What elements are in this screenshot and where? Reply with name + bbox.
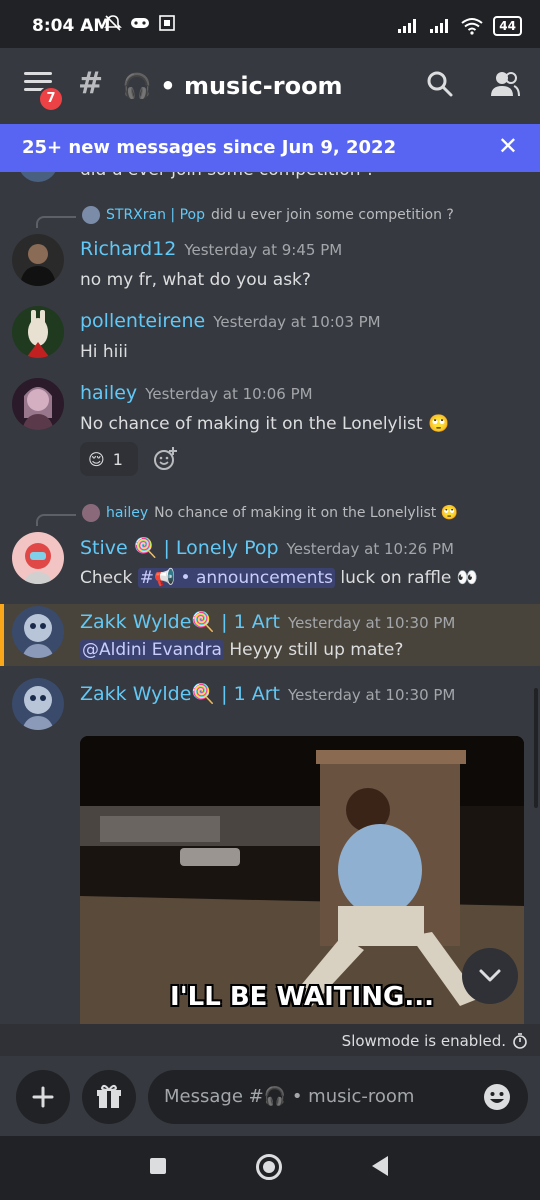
message-author[interactable]: Zakk Wylde🍭 | 1 Art Yesterday at 10:30 PM (80, 610, 455, 633)
message-author[interactable]: Stive 🍭 | Lonely Pop Yesterday at 10:26 P… (80, 536, 454, 559)
message-author[interactable]: pollenteirene Yesterday at 10:03 PM (80, 310, 381, 332)
message-timestamp: Yesterday at 10:30 PM (287, 686, 456, 704)
game-icon (131, 18, 149, 28)
timer-icon (513, 1033, 527, 1049)
slowmode-text: Slowmode is enabled. (341, 1032, 506, 1050)
scrollbar[interactable] (534, 688, 538, 808)
slowmode-bar: Slowmode is enabled. (0, 1024, 540, 1056)
signal-icon (430, 19, 449, 33)
user-mention[interactable]: @Aldini Evandra (80, 640, 224, 660)
members-icon[interactable] (490, 70, 520, 98)
status-left-icons (104, 14, 176, 32)
back-icon[interactable] (372, 1156, 388, 1176)
battery-icon: 44 (493, 16, 522, 36)
reply-author: STRXran | Pop (106, 207, 205, 223)
notification-badge: 7 (38, 86, 64, 112)
add-attachment-button[interactable] (16, 1070, 70, 1124)
message-timestamp: Yesterday at 9:45 PM (184, 241, 343, 259)
reply-text: did u ever join some competition ? (210, 207, 454, 223)
message-author[interactable]: Zakk Wylde🍭 | 1 Art Yesterday at 10:30 PM (80, 682, 455, 705)
avatar[interactable] (12, 378, 64, 430)
message-composer: Message #🎧 • music-room (0, 1056, 540, 1136)
recents-icon[interactable] (150, 1158, 166, 1174)
message-placeholder: Message #🎧 • music-room (164, 1086, 415, 1107)
channel-mention[interactable]: #📢 • announcements (137, 568, 335, 588)
reply-avatar (82, 504, 100, 522)
channel-header: 7 # 🎧 • music-room (0, 48, 540, 124)
reaction-emoji: 😌 (88, 449, 105, 469)
reply-text: No chance of making it on the Lonelylist… (154, 505, 459, 521)
jump-to-bottom-button[interactable] (462, 948, 518, 1004)
channel-hash-icon: # (78, 66, 103, 101)
system-nav-bar (0, 1136, 540, 1200)
chevron-down-icon (479, 969, 501, 982)
avatar[interactable] (12, 678, 64, 730)
search-icon[interactable] (426, 70, 454, 98)
avatar[interactable] (18, 172, 58, 182)
avatar[interactable] (12, 306, 64, 358)
home-icon[interactable] (256, 1154, 282, 1180)
status-right-icons: 44 (397, 16, 522, 36)
message-author[interactable]: hailey Yesterday at 10:06 PM (80, 382, 313, 404)
message-list[interactable]: did u ever join some competition ? STRXr… (0, 172, 540, 1024)
message-input[interactable]: Message #🎧 • music-room (148, 1070, 528, 1124)
gift-icon (97, 1084, 121, 1108)
message-content: @Aldini Evandra Heyyy still up mate? (80, 640, 404, 660)
avatar[interactable] (12, 532, 64, 584)
message-timestamp: Yesterday at 10:26 PM (286, 540, 454, 558)
message-content: Hi hiii (80, 342, 128, 362)
channel-title: 🎧 • music-room (122, 72, 343, 100)
reaction-count: 1 (112, 449, 123, 469)
gif-image (80, 736, 524, 1024)
new-messages-banner[interactable]: 25+ new messages since Jun 9, 2022 ✕ (0, 124, 540, 172)
wifi-icon (461, 18, 483, 35)
reply-preview[interactable]: STRXran | Pop did u ever join some compe… (82, 206, 454, 224)
plus-icon (32, 1086, 54, 1108)
channel-emoji: 🎧 (122, 72, 152, 100)
message-content: did u ever join some competition ? (80, 172, 375, 180)
status-time: 8:04 AM (32, 16, 111, 36)
gift-button[interactable] (82, 1070, 136, 1124)
channel-prefix: # (78, 66, 104, 101)
mute-icon (104, 15, 122, 31)
emoji-icon[interactable] (482, 1082, 512, 1112)
close-icon[interactable]: ✕ (498, 132, 518, 160)
channel-name: • music-room (160, 72, 343, 100)
avatar[interactable] (12, 606, 64, 658)
reply-avatar (82, 206, 100, 224)
message-timestamp: Yesterday at 10:03 PM (213, 313, 381, 331)
gif-caption: I'LL BE WAITING... (170, 982, 434, 1012)
reply-author: hailey (106, 505, 149, 521)
add-reaction-icon[interactable] (152, 446, 178, 472)
avatar[interactable] (12, 234, 64, 286)
reply-connector (36, 514, 76, 526)
message-author[interactable]: Richard12 Yesterday at 9:45 PM (80, 238, 342, 260)
message-content: No chance of making it on the Lonelylist… (80, 414, 450, 434)
signal-icon (398, 19, 417, 33)
gif-attachment[interactable]: I'LL BE WAITING... (80, 736, 524, 1024)
message-content: Check #📢 • announcements luck on raffle … (80, 568, 478, 588)
status-bar: 8:04 AM 44 (0, 0, 540, 48)
reply-connector (36, 216, 76, 228)
calendar-icon (159, 15, 175, 31)
reply-preview[interactable]: hailey No chance of making it on the Lon… (82, 504, 458, 522)
message-timestamp: Yesterday at 10:30 PM (287, 614, 456, 632)
message-timestamp: Yesterday at 10:06 PM (145, 385, 313, 403)
new-messages-text: 25+ new messages since Jun 9, 2022 (22, 137, 397, 158)
reaction-chip[interactable]: 😌 1 (80, 442, 138, 476)
message-content: no my fr, what do you ask? (80, 270, 311, 290)
